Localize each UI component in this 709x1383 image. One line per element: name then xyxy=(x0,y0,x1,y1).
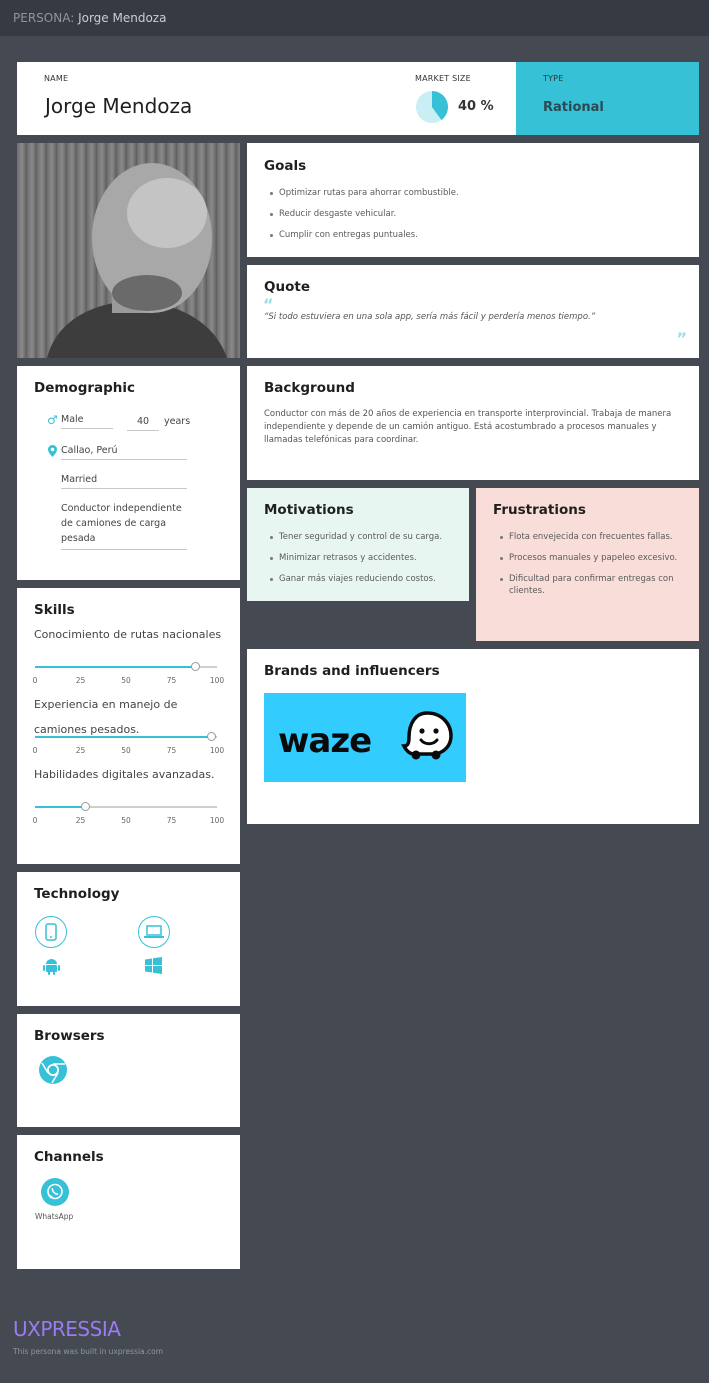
channels-title: Channels xyxy=(34,1149,104,1165)
browsers-title: Browsers xyxy=(34,1028,105,1044)
whatsapp-label: WhatsApp xyxy=(35,1212,74,1221)
background-title: Background xyxy=(264,380,355,396)
quote-card: Quote “ “Si todo estuviera en una sola a… xyxy=(247,265,699,358)
android-icon xyxy=(43,959,60,975)
skill-label: Conocimiento de rutas nacionales xyxy=(34,628,222,641)
type-panel: TYPE Rational xyxy=(516,62,699,135)
list-item: Ganar más viajes reduciendo costos. xyxy=(267,573,462,585)
market-size-pie-icon xyxy=(416,91,448,123)
header-card: NAME Jorge Mendoza MARKET SIZE 40 % TYPE… xyxy=(17,62,699,135)
skills-title: Skills xyxy=(34,602,75,618)
skill-slider-fill xyxy=(35,666,196,668)
motivations-list: Tener seguridad y control de su carga. M… xyxy=(267,531,462,594)
scale-tick-label: 100 xyxy=(209,816,225,825)
scale-tick-label: 0 xyxy=(32,676,38,685)
skill-slider[interactable] xyxy=(35,802,217,811)
scale-tick-label: 25 xyxy=(75,676,86,685)
location-pin-icon xyxy=(48,445,57,457)
scale-tick-label: 75 xyxy=(166,676,177,685)
smartphone-icon xyxy=(35,916,67,948)
chrome-icon xyxy=(39,1056,67,1084)
persona-prefix: PERSONA: xyxy=(13,11,75,25)
motivations-card: Motivations Tener seguridad y control de… xyxy=(247,488,469,601)
age-unit: years xyxy=(164,416,191,427)
list-item: Flota envejecida con frecuentes fallas. xyxy=(497,531,692,543)
quote-text: “Si todo estuviera en una sola app, serí… xyxy=(264,312,596,322)
name-label: NAME xyxy=(44,74,69,83)
frustrations-title: Frustrations xyxy=(493,502,586,518)
skill-slider[interactable] xyxy=(35,662,217,671)
quote-title: Quote xyxy=(264,279,310,295)
technology-card: Technology xyxy=(17,872,240,1006)
skill-slider-handle[interactable] xyxy=(81,802,91,811)
skill-slider[interactable] xyxy=(35,732,217,741)
goals-list: Optimizar rutas para ahorrar combustible… xyxy=(267,187,459,250)
background-card: Background Conductor con más de 20 años … xyxy=(247,366,699,480)
skill-slider-handle[interactable] xyxy=(207,732,217,741)
goals-card: Goals Optimizar rutas para ahorrar combu… xyxy=(247,143,699,257)
waze-logo: waze xyxy=(264,693,466,782)
persona-title: Jorge Mendoza xyxy=(78,11,167,25)
scale-tick-label: 25 xyxy=(75,816,86,825)
skill-slider-fill xyxy=(35,736,212,738)
list-item: Dificultad para confirmar entregas con c… xyxy=(497,573,692,597)
type-value: Rational xyxy=(543,100,604,115)
frustrations-list: Flota envejecida con frecuentes fallas. … xyxy=(497,531,692,606)
scale-tick-label: 50 xyxy=(121,746,131,755)
list-item: Procesos manuales y papeleo excesivo. xyxy=(497,552,692,564)
whatsapp-icon[interactable] xyxy=(41,1178,69,1206)
list-item: Minimizar retrasos y accidentes. xyxy=(267,552,462,564)
uxpressia-logo[interactable]: UXPRESSIA xyxy=(13,1317,121,1341)
type-label: TYPE xyxy=(543,74,564,83)
frustrations-card: Frustrations Flota envejecida con frecue… xyxy=(476,488,699,641)
age-field: 40 xyxy=(127,416,159,431)
scale-tick-label: 75 xyxy=(166,816,177,825)
top-bar: PERSONA: Jorge Mendoza xyxy=(0,0,709,36)
quote-close-icon: ” xyxy=(676,329,687,348)
skill-label: Experiencia en manejo de camiones pesado… xyxy=(34,698,178,736)
list-item: Cumplir con entregas puntuales. xyxy=(267,229,459,241)
goals-title: Goals xyxy=(264,158,307,174)
scale-tick-label: 75 xyxy=(166,746,177,755)
persona-name: Jorge Mendoza xyxy=(45,94,193,118)
demographic-title: Demographic xyxy=(34,380,136,396)
scale-tick-label: 0 xyxy=(32,816,38,825)
list-item: Reducir desgaste vehicular. xyxy=(267,208,459,220)
market-size-label: MARKET SIZE xyxy=(415,74,471,83)
motivations-title: Motivations xyxy=(264,502,354,518)
scale-tick-label: 50 xyxy=(121,816,131,825)
laptop-icon xyxy=(138,916,170,948)
gender-field: Male xyxy=(61,414,113,429)
avatar xyxy=(47,163,227,358)
skill-slider-handle[interactable] xyxy=(190,662,200,671)
persona-photo xyxy=(17,143,240,358)
market-size-value: 40 % xyxy=(458,99,494,114)
waze-face-icon xyxy=(401,711,453,760)
scale-tick-label: 0 xyxy=(32,746,38,755)
male-icon: ♂ xyxy=(47,413,58,427)
location-field: Callao, Perú xyxy=(61,445,187,460)
status-field: Married xyxy=(61,474,187,489)
occupation-field: Conductor independiente de camiones de c… xyxy=(61,501,187,550)
list-item: Optimizar rutas para ahorrar combustible… xyxy=(267,187,459,199)
windows-icon xyxy=(145,957,162,974)
skill-slider-fill xyxy=(35,806,86,808)
scale-tick-label: 100 xyxy=(209,676,225,685)
scale-tick-label: 25 xyxy=(75,746,86,755)
footer-note: This persona was built in uxpressia.com xyxy=(13,1347,164,1356)
brands-title: Brands and influencers xyxy=(264,663,440,679)
list-item: Tener seguridad y control de su carga. xyxy=(267,531,462,543)
skills-card: Skills Conocimiento de rutas nacionales 0… xyxy=(17,588,240,864)
brands-card: Brands and influencers waze xyxy=(247,649,699,824)
technology-title: Technology xyxy=(34,886,120,902)
scale-tick-label: 100 xyxy=(209,746,225,755)
waze-logo-text: waze xyxy=(278,721,372,761)
skill-label: Habilidades digitales avanzadas. xyxy=(34,768,215,781)
scale-tick-label: 50 xyxy=(121,676,131,685)
channels-card: Channels WhatsApp xyxy=(17,1135,240,1269)
demographic-card: Demographic ♂ Male 40 years Callao, Perú… xyxy=(17,366,240,580)
browsers-card: Browsers xyxy=(17,1014,240,1127)
background-text: Conductor con más de 20 años de experien… xyxy=(264,409,672,445)
